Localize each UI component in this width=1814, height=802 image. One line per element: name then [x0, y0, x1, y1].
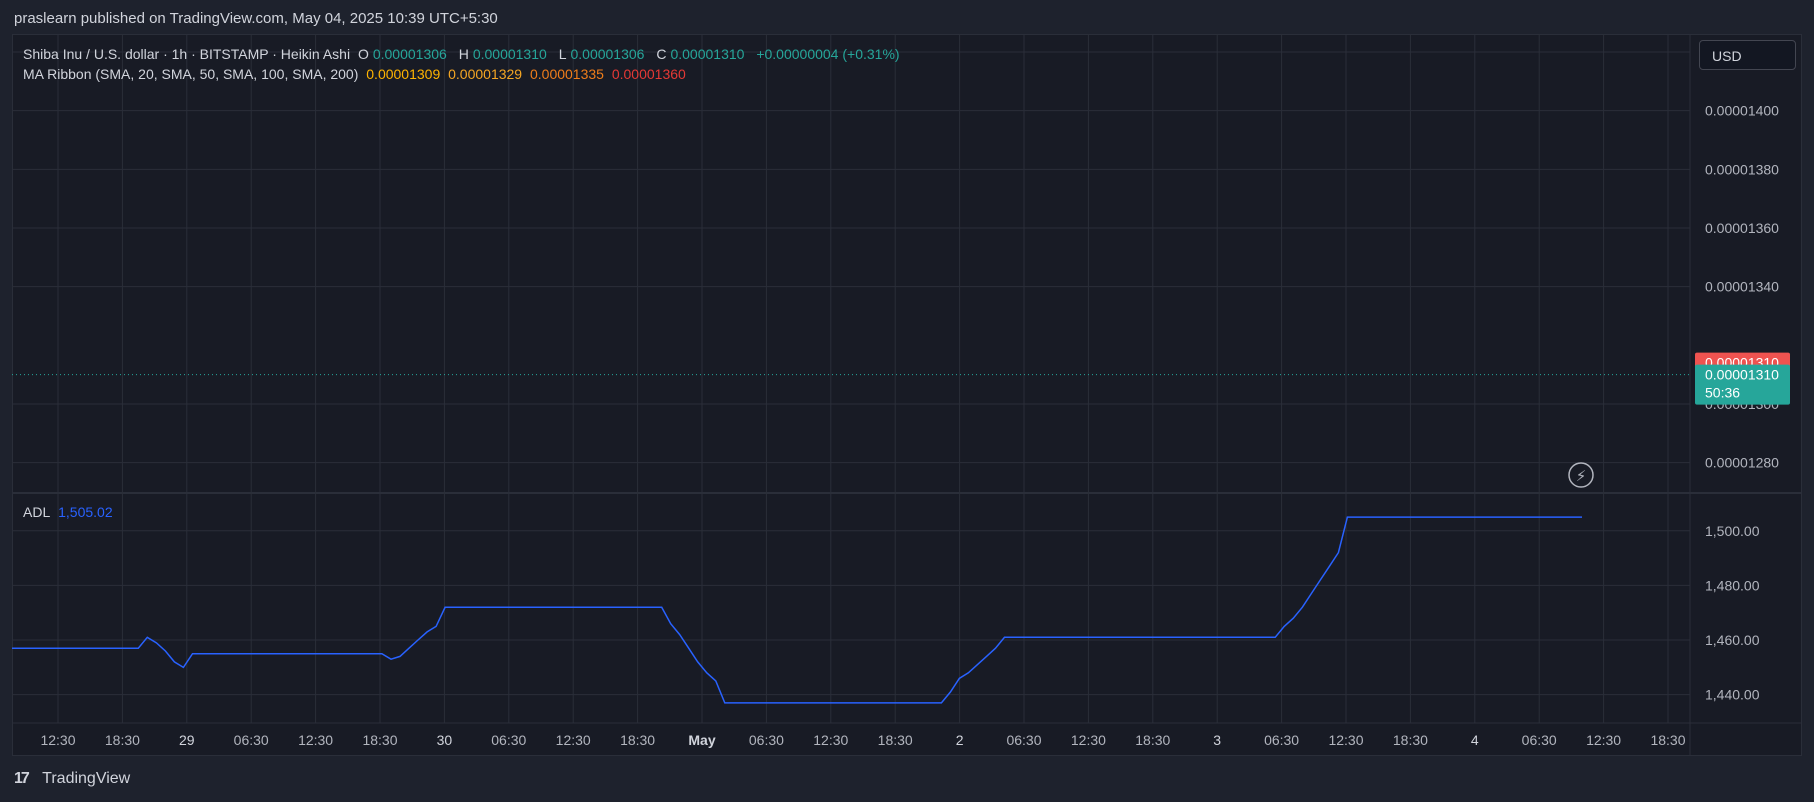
- x-tick-label: 18:30: [1650, 732, 1685, 748]
- x-tick-label: 12:30: [1071, 732, 1106, 748]
- adl-tick-label: 1,440.00: [1705, 687, 1760, 703]
- x-tick-label: 30: [437, 732, 453, 748]
- x-tick-label: 12:30: [813, 732, 848, 748]
- bottom-bar: [0, 756, 1814, 802]
- x-tick-label: 12:30: [298, 732, 333, 748]
- x-tick-label: 4: [1471, 732, 1479, 748]
- last-price-label: 0.00001310: [1705, 367, 1779, 383]
- x-tick-label: 2: [956, 732, 964, 748]
- adl-value: 1,505.02: [58, 504, 113, 520]
- ma20-value: 0.00001309: [366, 66, 441, 82]
- symbol-legend: Shiba Inu / U.S. dollar · 1h · BITSTAMP …: [23, 46, 904, 62]
- x-tick-label: 18:30: [1393, 732, 1428, 748]
- x-tick-label: 12:30: [1328, 732, 1363, 748]
- x-tick-label: 06:30: [1006, 732, 1041, 748]
- adl-legend: ADL 1,505.02: [23, 504, 117, 520]
- close-label: C: [656, 46, 667, 62]
- chart-canvas[interactable]: 12:30 18:30 29 06:30 12:30 18:30 30 06:30 12:30 1…: [0, 0, 1814, 802]
- price-tick-label: 0.00001340: [1705, 279, 1779, 295]
- ma100-value: 0.00001335: [529, 66, 604, 82]
- ma-ribbon-title[interactable]: MA Ribbon (SMA, 20, SMA, 50, SMA, 100, S…: [23, 66, 358, 82]
- open-label: O: [357, 46, 369, 62]
- ma50-value: 0.00001329: [448, 66, 523, 82]
- adl-tick-label: 1,460.00: [1705, 632, 1760, 648]
- currency-button[interactable]: USD: [1699, 40, 1796, 70]
- low-label: L: [558, 46, 567, 62]
- x-tick-label: 06:30: [234, 732, 269, 748]
- x-tick-label: 12:30: [40, 732, 75, 748]
- adl-tick-label: 1,480.00: [1705, 577, 1760, 593]
- x-tick-label: 18:30: [620, 732, 655, 748]
- price-tick-label: 0.00001380: [1705, 161, 1779, 177]
- ma200-value: 0.00001360: [611, 66, 686, 82]
- x-tick-label: 12:30: [1586, 732, 1621, 748]
- symbol-title[interactable]: Shiba Inu / U.S. dollar · 1h · BITSTAMP …: [23, 46, 350, 62]
- tradingview-logo[interactable]: 17 TradingView: [14, 770, 130, 788]
- high-label: H: [458, 46, 469, 62]
- x-tick-label: 18:30: [878, 732, 913, 748]
- countdown-label: 50:36: [1705, 385, 1740, 401]
- high-value: 0.00001310: [472, 46, 547, 62]
- x-tick-label: 18:30: [105, 732, 140, 748]
- low-value: 0.00001306: [570, 46, 645, 62]
- x-tick-label: 06:30: [1522, 732, 1557, 748]
- x-tick-label: 06:30: [491, 732, 526, 748]
- close-value: 0.00001310: [670, 46, 745, 62]
- x-tick-label: 06:30: [749, 732, 784, 748]
- x-tick-label: 06:30: [1264, 732, 1299, 748]
- price-tick-label: 0.00001400: [1705, 103, 1779, 119]
- x-tick-label: 18:30: [362, 732, 397, 748]
- open-value: 0.00001306: [372, 46, 447, 62]
- adl-title[interactable]: ADL: [23, 504, 50, 520]
- adl-tick-label: 1,500.00: [1705, 523, 1760, 539]
- price-tick-label: 0.00001360: [1705, 220, 1779, 236]
- x-tick-label: 12:30: [556, 732, 591, 748]
- lightning-icon-glyph: ⚡: [1576, 467, 1587, 485]
- ma-ribbon-legend: MA Ribbon (SMA, 20, SMA, 50, SMA, 100, S…: [23, 66, 690, 82]
- x-tick-label: 3: [1213, 732, 1221, 748]
- x-tick-label: 18:30: [1135, 732, 1170, 748]
- tradingview-logo-icon: 17: [14, 770, 30, 787]
- x-tick-label: May: [688, 732, 715, 748]
- change-value: +0.00000004 (+0.31%): [756, 46, 900, 62]
- x-tick-label: 29: [179, 732, 195, 748]
- tradingview-logo-text: TradingView: [42, 770, 131, 787]
- price-tick-label: 0.00001280: [1705, 455, 1779, 471]
